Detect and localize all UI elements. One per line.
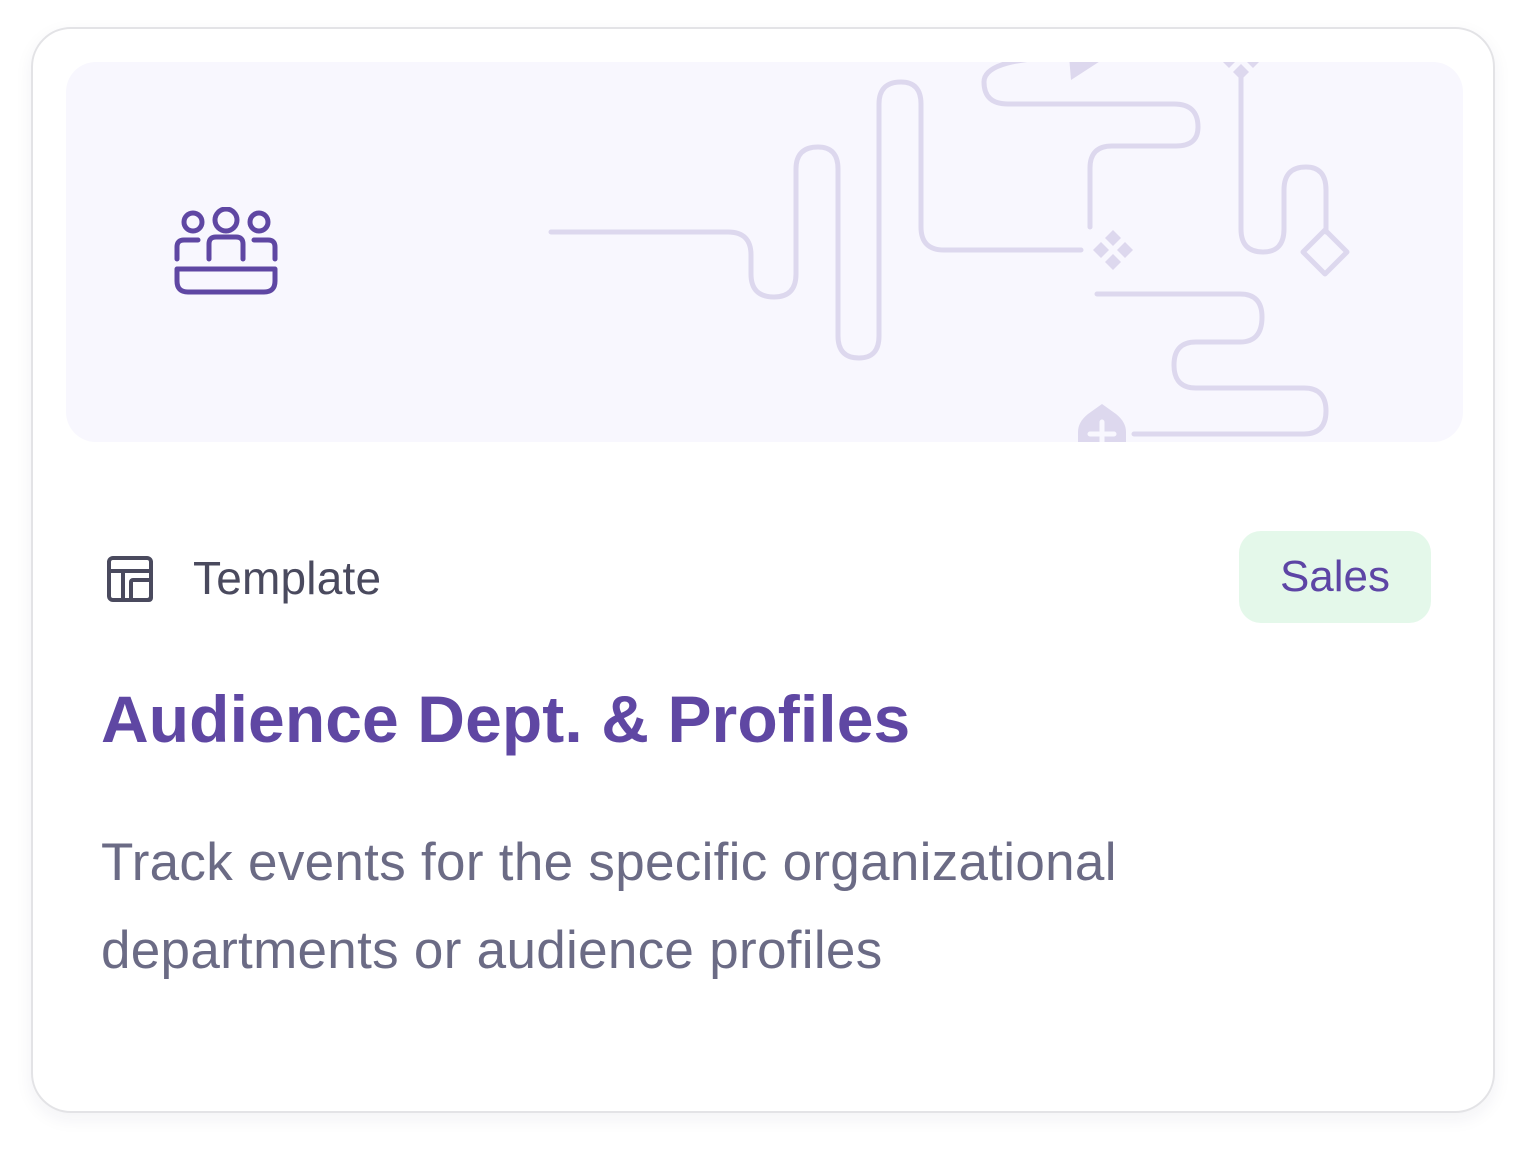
card-hero-banner xyxy=(66,62,1463,442)
audience-group-icon xyxy=(174,207,278,295)
card-description: Track events for the specific organizati… xyxy=(101,833,1117,980)
card-type-label: Template xyxy=(193,552,382,604)
card-meta-row: Template Sales xyxy=(105,531,1431,623)
card-title[interactable]: Audience Dept. & Profiles xyxy=(101,679,910,759)
category-tag[interactable]: Sales xyxy=(1239,531,1431,623)
template-card[interactable]: Template Sales Audience Dept. & Profiles… xyxy=(31,27,1495,1113)
template-layout-icon xyxy=(107,556,153,602)
